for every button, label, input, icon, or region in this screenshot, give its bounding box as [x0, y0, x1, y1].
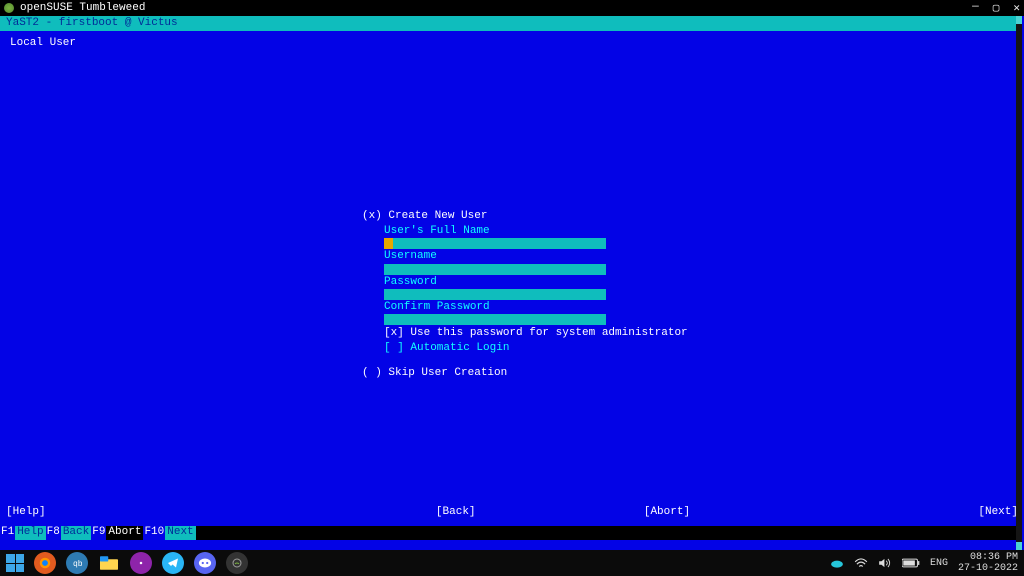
username-label: Username — [384, 250, 632, 263]
music-player-icon[interactable] — [130, 552, 152, 574]
next-button[interactable]: [Next] — [978, 506, 1018, 519]
username-input[interactable] — [384, 264, 606, 275]
qbittorrent-icon[interactable]: qb — [66, 552, 88, 574]
f10-label[interactable]: Next — [165, 526, 195, 540]
f10-key: F10 — [143, 526, 165, 540]
window-titlebar: openSUSE Tumbleweed — ▢ ✕ — [0, 0, 1024, 16]
checkbox-sysadmin-password[interactable]: [x] Use this password for system adminis… — [384, 327, 632, 340]
wifi-icon[interactable] — [854, 557, 868, 569]
maximize-button[interactable]: ▢ — [993, 1, 1000, 15]
back-button[interactable]: [Back] — [436, 506, 476, 519]
svg-text:qb: qb — [73, 560, 83, 569]
fkey-bar: F1 Help F8 Back F9 Abort F10 Next — [0, 526, 1016, 540]
minimize-button[interactable]: — — [972, 1, 979, 15]
f8-key: F8 — [46, 526, 61, 540]
system-tray: ENG 08:36 PM 27-10-2022 — [258, 552, 1018, 574]
terminal-icon[interactable] — [226, 552, 248, 574]
battery-icon[interactable] — [902, 558, 920, 568]
start-button[interactable] — [6, 554, 24, 572]
terminal-area: YaST2 - firstboot @ Victus Local User (x… — [0, 16, 1024, 550]
f9-key: F9 — [91, 526, 106, 540]
confirm-password-label: Confirm Password — [384, 301, 632, 314]
password-input[interactable] — [384, 289, 606, 300]
clock[interactable]: 08:36 PM 27-10-2022 — [958, 552, 1018, 574]
user-form: (x) Create New User User's Full Name Use… — [384, 210, 632, 383]
section-title: Local User — [0, 31, 1024, 56]
app-icon — [4, 3, 14, 13]
password-label: Password — [384, 276, 632, 289]
fullname-input[interactable] — [384, 238, 606, 249]
language-indicator[interactable]: ENG — [930, 558, 948, 569]
f9-label[interactable]: Abort — [106, 526, 143, 540]
f8-label[interactable]: Back — [61, 526, 91, 540]
date-text: 27-10-2022 — [958, 563, 1018, 574]
discord-icon[interactable] — [194, 552, 216, 574]
radio-create-user[interactable]: (x) Create New User — [362, 210, 632, 223]
window-title: openSUSE Tumbleweed — [20, 2, 972, 14]
yast-header: YaST2 - firstboot @ Victus — [0, 16, 1016, 31]
f1-key: F1 — [0, 526, 15, 540]
terminal-scrollbar[interactable] — [1016, 16, 1022, 550]
taskbar: qb ENG 08:36 PM 27-10-2022 — [0, 550, 1024, 576]
volume-icon[interactable] — [878, 557, 892, 569]
fullname-label: User's Full Name — [384, 225, 632, 238]
help-button[interactable]: [Help] — [6, 506, 46, 519]
radio-skip-creation[interactable]: ( ) Skip User Creation — [362, 367, 632, 380]
firefox-icon[interactable] — [34, 552, 56, 574]
file-explorer-icon[interactable] — [98, 552, 120, 574]
f1-label[interactable]: Help — [15, 526, 45, 540]
cloud-sync-icon[interactable] — [830, 557, 844, 569]
nav-buttons: [Help] [Back] [Abort] [Next] — [6, 506, 1018, 519]
time-text: 08:36 PM — [958, 552, 1018, 563]
telegram-icon[interactable] — [162, 552, 184, 574]
abort-button[interactable]: [Abort] — [644, 506, 690, 519]
window-controls: — ▢ ✕ — [972, 1, 1020, 15]
confirm-password-input[interactable] — [384, 314, 606, 325]
checkbox-automatic-login[interactable]: [ ] Automatic Login — [384, 342, 632, 355]
close-button[interactable]: ✕ — [1013, 1, 1020, 15]
